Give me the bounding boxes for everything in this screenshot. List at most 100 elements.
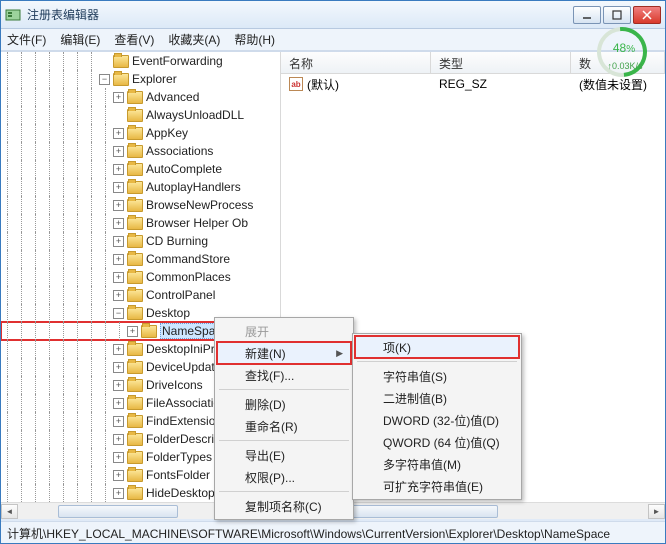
tree-node-label: ControlPanel	[146, 288, 215, 302]
tree-node-label: FileAssociatio	[146, 396, 220, 410]
tree-node[interactable]: + Browser Helper Ob	[1, 214, 280, 232]
menu-view[interactable]: 查看(V)	[114, 31, 154, 48]
col-name[interactable]: 名称	[281, 52, 431, 73]
ctx-delete[interactable]: 删除(D)	[217, 393, 351, 415]
expand-icon[interactable]: +	[127, 326, 138, 337]
folder-icon	[127, 361, 143, 374]
expand-icon[interactable]: +	[113, 200, 124, 211]
folder-icon	[127, 235, 143, 248]
window-title: 注册表编辑器	[27, 6, 573, 23]
expand-icon[interactable]: +	[113, 236, 124, 247]
minimize-button[interactable]	[573, 6, 601, 24]
submenu-arrow-icon: ▶	[336, 348, 343, 359]
tree-node[interactable]: +AppKey	[1, 124, 280, 142]
scroll-thumb[interactable]	[58, 505, 178, 518]
ctx-find[interactable]: 查找(F)...	[217, 364, 351, 386]
expand-icon[interactable]: +	[113, 218, 124, 229]
ctx-rename[interactable]: 重命名(R)	[217, 415, 351, 437]
expand-icon[interactable]: +	[113, 164, 124, 175]
expand-icon[interactable]: +	[113, 254, 124, 265]
tree-node-label: CommonPlaces	[146, 270, 231, 284]
tree-node[interactable]: +CD Burning	[1, 232, 280, 250]
folder-icon	[127, 307, 143, 320]
folder-icon	[113, 55, 129, 68]
tree-node[interactable]: +Associations	[1, 142, 280, 160]
tree-node[interactable]: + CommandStore	[1, 250, 280, 268]
tree-node-label: AutoplayHandlers	[146, 180, 241, 194]
ctx-new-key[interactable]: 项(K)	[355, 336, 519, 358]
folder-icon	[127, 181, 143, 194]
expand-icon[interactable]: +	[113, 398, 124, 409]
scroll-right-button[interactable]: ►	[648, 504, 665, 519]
folder-icon	[127, 217, 143, 230]
tree-node-label: HideDesktop	[146, 486, 215, 500]
tree-node[interactable]: + AutoComplete	[1, 160, 280, 178]
tree-node-label: AutoComplete	[146, 162, 222, 176]
tree-node[interactable]: AlwaysUnloadDLL	[1, 106, 280, 124]
collapse-icon[interactable]: −	[113, 308, 124, 319]
expand-icon[interactable]: +	[113, 272, 124, 283]
expand-icon[interactable]: +	[113, 380, 124, 391]
ctx-export[interactable]: 导出(E)	[217, 444, 351, 466]
folder-icon	[127, 91, 143, 104]
ctx-permissions[interactable]: 权限(P)...	[217, 466, 351, 488]
folder-icon	[127, 415, 143, 428]
expand-icon[interactable]: +	[113, 416, 124, 427]
menu-bar: 文件(F) 编辑(E) 查看(V) 收藏夹(A) 帮助(H)	[1, 29, 665, 51]
collapse-icon[interactable]: −	[99, 74, 110, 85]
ctx-new-multistring[interactable]: 多字符串值(M)	[355, 453, 519, 475]
tree-node-label: CommandStore	[146, 252, 230, 266]
string-value-icon: ab	[289, 77, 303, 91]
folder-icon	[113, 73, 129, 86]
close-button[interactable]	[633, 6, 661, 24]
col-type[interactable]: 类型	[431, 52, 571, 73]
speed-percent: 48%	[597, 39, 651, 57]
expand-icon[interactable]: +	[113, 290, 124, 301]
expand-icon[interactable]: +	[113, 92, 124, 103]
value-type: REG_SZ	[431, 77, 571, 91]
ctx-new[interactable]: 新建(N)▶	[217, 342, 351, 364]
menu-file[interactable]: 文件(F)	[7, 31, 46, 48]
tree-node[interactable]: +BrowseNewProcess	[1, 196, 280, 214]
tree-node-label: Browser Helper Ob	[146, 216, 248, 230]
tree-node[interactable]: + ControlPanel	[1, 286, 280, 304]
folder-icon	[127, 289, 143, 302]
expand-icon[interactable]: +	[113, 434, 124, 445]
menu-favorites[interactable]: 收藏夹(A)	[168, 31, 220, 48]
tree-node[interactable]: −Explorer	[1, 70, 280, 88]
tree-node-label: FindExtension	[146, 414, 222, 428]
window-controls	[573, 6, 661, 24]
ctx-new-expandstring[interactable]: 可扩充字符串值(E)	[355, 475, 519, 497]
expand-icon[interactable]: +	[113, 146, 124, 157]
expand-icon[interactable]: +	[113, 452, 124, 463]
tree-node-label: FolderTypes	[146, 450, 212, 464]
tree-node[interactable]: +Advanced	[1, 88, 280, 106]
folder-icon	[127, 433, 143, 446]
expand-icon[interactable]: +	[113, 488, 124, 499]
expand-icon[interactable]: +	[113, 344, 124, 355]
expand-icon[interactable]: +	[113, 362, 124, 373]
expand-icon[interactable]: +	[113, 470, 124, 481]
ctx-new-string[interactable]: 字符串值(S)	[355, 365, 519, 387]
separator	[219, 440, 349, 441]
ctx-copy-key-name[interactable]: 复制项名称(C)	[217, 495, 351, 517]
expand-icon[interactable]: +	[113, 182, 124, 193]
ctx-new-binary[interactable]: 二进制值(B)	[355, 387, 519, 409]
tree-node[interactable]: EventForwarding	[1, 52, 280, 70]
tree-node[interactable]: + CommonPlaces	[1, 268, 280, 286]
context-menu[interactable]: 展开 新建(N)▶ 查找(F)... 删除(D) 重命名(R) 导出(E) 权限…	[214, 317, 354, 520]
app-icon	[5, 7, 21, 23]
expand-icon[interactable]: +	[113, 128, 124, 139]
ctx-new-dword[interactable]: DWORD (32-位)值(D)	[355, 409, 519, 431]
ctx-expand[interactable]: 展开	[217, 320, 351, 342]
folder-icon	[127, 271, 143, 284]
context-submenu-new[interactable]: 项(K) 字符串值(S) 二进制值(B) DWORD (32-位)值(D) QW…	[352, 333, 522, 500]
no-toggle	[113, 110, 124, 121]
title-bar[interactable]: 注册表编辑器	[1, 1, 665, 29]
tree-node[interactable]: + AutoplayHandlers	[1, 178, 280, 196]
scroll-left-button[interactable]: ◄	[1, 504, 18, 519]
menu-edit[interactable]: 编辑(E)	[60, 31, 100, 48]
maximize-button[interactable]	[603, 6, 631, 24]
menu-help[interactable]: 帮助(H)	[234, 31, 275, 48]
ctx-new-qword[interactable]: QWORD (64 位)值(Q)	[355, 431, 519, 453]
